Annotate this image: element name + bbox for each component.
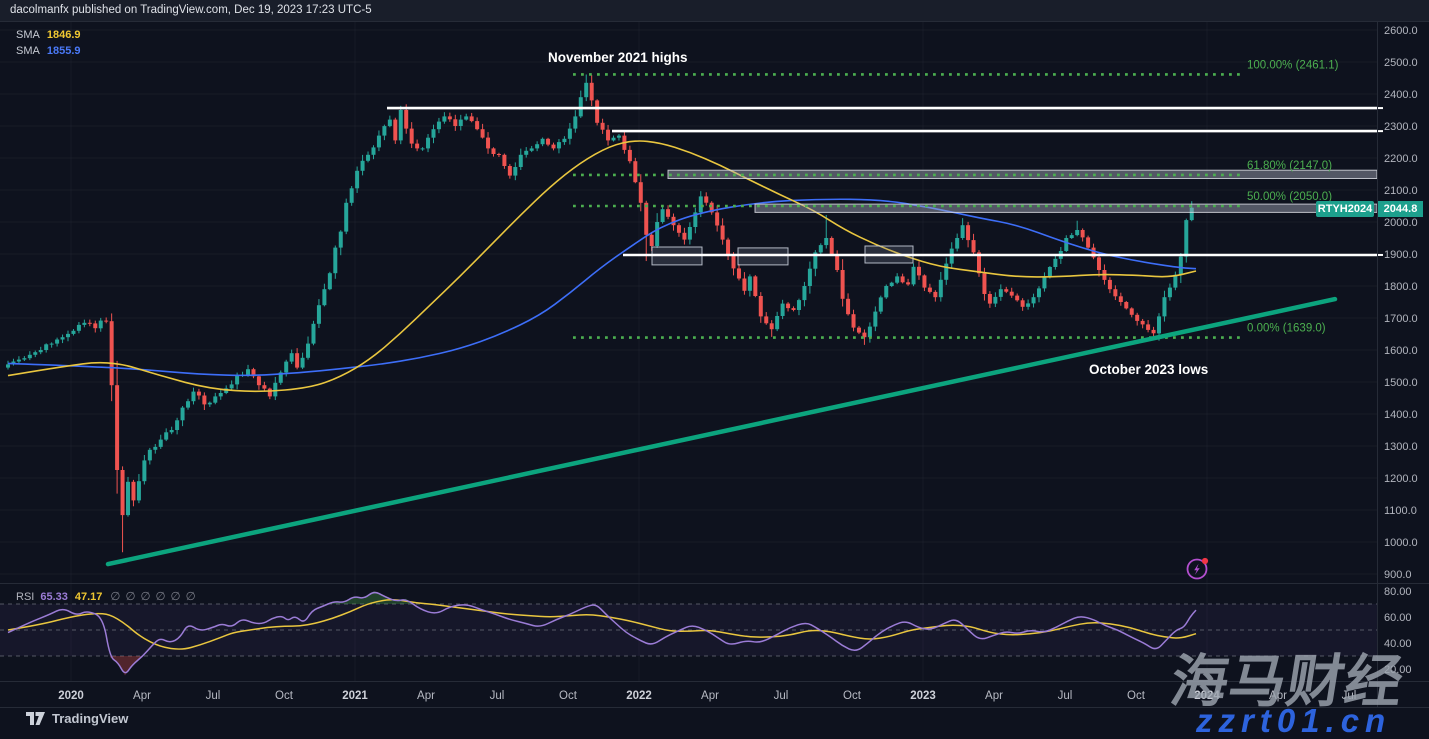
rsi-value: 65.33 [40, 591, 68, 603]
tradingview-logo-icon [26, 711, 45, 726]
sma-fast-legend-row[interactable]: SMA 1846.9 [16, 27, 81, 43]
ascending-trendline[interactable] [108, 299, 1335, 564]
sma-slow-line [8, 199, 1196, 375]
tradingview-brand-text: TradingView [52, 711, 128, 726]
rsi-label: RSI [16, 591, 34, 603]
sma-slow-label: SMA [16, 45, 40, 57]
sma-slow-value: 1855.9 [47, 45, 81, 57]
tradingview-brand[interactable]: TradingView [26, 711, 128, 726]
fib-retracement[interactable]: 100.00% (2461.1)61.80% (2147.0)50.00% (2… [573, 59, 1339, 337]
fib-label: 61.80% (2147.0) [1247, 160, 1332, 172]
price-axis[interactable] [1377, 22, 1429, 681]
rsi-empty-value: ∅ [125, 591, 135, 603]
rsi-empty-value: ∅ [140, 591, 150, 603]
candlestick-series [6, 74, 1194, 552]
sma-fast-value: 1846.9 [47, 29, 81, 41]
rsi-empty-value: ∅ [186, 591, 196, 603]
rsi-ma-value: 47.17 [75, 591, 103, 603]
rsi-empty-value: ∅ [110, 591, 120, 603]
annotation-october-2023-lows: October 2023 lows [1089, 362, 1208, 377]
pane-separator[interactable] [0, 583, 1429, 584]
publish-header: dacolmanfx published on TradingView.com,… [0, 0, 1429, 22]
sma-slow-legend-row[interactable]: SMA 1855.9 [16, 43, 81, 59]
rsi-empty-values: ∅ ∅ ∅ ∅ ∅ ∅ [110, 591, 200, 603]
notification-dot [1202, 558, 1208, 564]
watermark-url: zzrt01.cn [1196, 702, 1391, 739]
rsi-legend-row[interactable]: RSI 65.33 47.17 ∅ ∅ ∅ ∅ ∅ ∅ [16, 589, 201, 603]
sma-fast-label: SMA [16, 29, 40, 41]
fib-label: 100.00% (2461.1) [1247, 59, 1339, 71]
indicator-legend: SMA 1846.9 SMA 1855.9 [16, 27, 81, 59]
symbol-badge: RTYH2024 [1316, 201, 1374, 217]
chart-canvas[interactable]: 100.00% (2461.1)61.80% (2147.0)50.00% (2… [0, 0, 1429, 739]
tradingview-published-chart: 100.00% (2461.1)61.80% (2147.0)50.00% (2… [0, 0, 1429, 739]
time-axis[interactable] [0, 681, 1377, 707]
horizontal-level-lines[interactable] [387, 108, 1377, 255]
flash-ideas-icon[interactable] [1183, 554, 1213, 584]
annotation-november-2021-highs: November 2021 highs [548, 50, 688, 65]
publish-header-text: dacolmanfx published on TradingView.com,… [10, 4, 372, 16]
rsi-empty-value: ∅ [171, 591, 181, 603]
rsi-empty-value: ∅ [156, 591, 166, 603]
fib-label: 0.00% (1639.0) [1247, 323, 1326, 335]
